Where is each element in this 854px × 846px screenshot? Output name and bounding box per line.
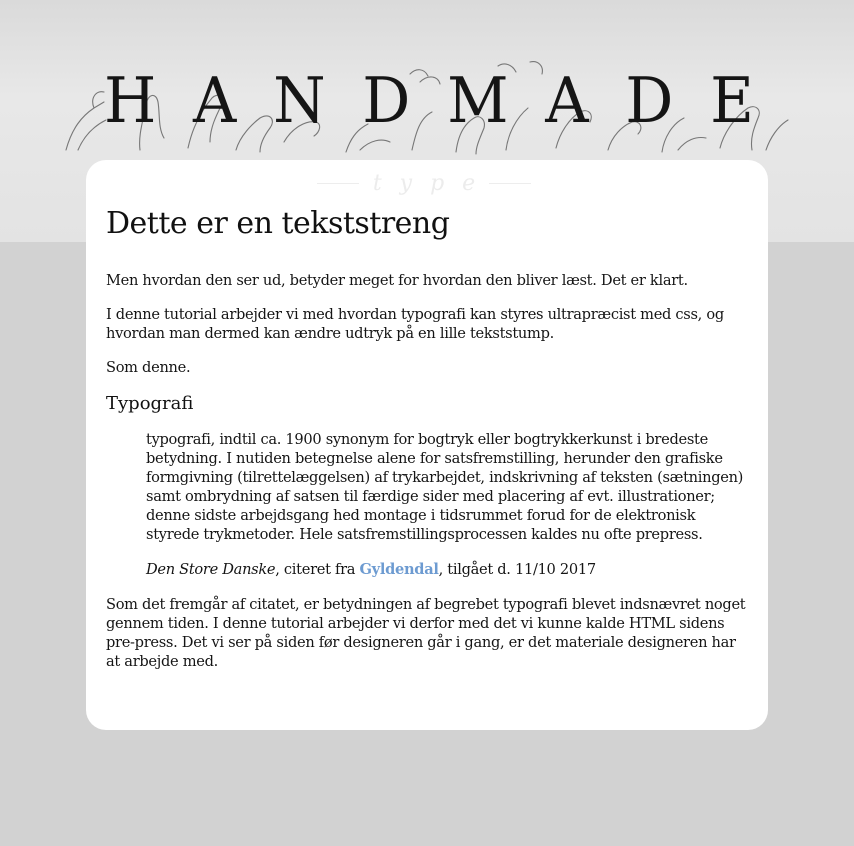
logo-letter: D bbox=[362, 64, 411, 138]
quote-citation: Den Store Danske, citeret fra Gyldendal,… bbox=[146, 560, 748, 579]
tagline-rule-left bbox=[316, 182, 359, 184]
content-card: Dette er en tekststreng Men hvordan den … bbox=[86, 160, 768, 730]
citation-source: Den Store Danske bbox=[146, 561, 276, 578]
logo-letter: A bbox=[193, 64, 237, 138]
logo-letter: N bbox=[273, 64, 326, 138]
logo-letter: D bbox=[625, 64, 674, 138]
closing-paragraph: Som det fremgår af citatet, er betydning… bbox=[106, 596, 746, 670]
citation-middle: , citeret fra bbox=[275, 561, 360, 578]
quote-text: , indtil ca. 1900 synonym for bogtryk el… bbox=[146, 431, 744, 543]
tagline: type bbox=[296, 170, 552, 196]
logo-letter: E bbox=[710, 64, 754, 138]
logo-letter: A bbox=[545, 64, 589, 138]
page-title: Dette er en tekststreng bbox=[106, 206, 450, 241]
citation-end: , tilgået d. 11/10 2017 bbox=[438, 561, 597, 578]
body-paragraph: I denne tutorial arbejder vi med hvordan… bbox=[106, 306, 724, 342]
tagline-rule-right bbox=[489, 182, 532, 184]
gyldendal-link[interactable]: Gyldendal bbox=[360, 561, 439, 578]
definition-quote: typografi, indtil ca. 1900 synonym for b… bbox=[146, 430, 748, 579]
logo-letter: H bbox=[104, 64, 157, 138]
tagline-text: type bbox=[372, 170, 494, 196]
quote-term: typografi bbox=[146, 431, 211, 448]
handmade-logo: H A N D M A D E bbox=[60, 64, 794, 138]
quote-paragraph: typografi, indtil ca. 1900 synonym for b… bbox=[146, 430, 748, 544]
body-paragraph: Som denne. bbox=[106, 359, 191, 376]
site-header: H A N D M A D E bbox=[60, 58, 794, 158]
intro-paragraph: Men hvordan den ser ud, betyder meget fo… bbox=[106, 272, 688, 289]
logo-letter: M bbox=[447, 64, 509, 138]
section-heading: Typografi bbox=[106, 393, 194, 414]
